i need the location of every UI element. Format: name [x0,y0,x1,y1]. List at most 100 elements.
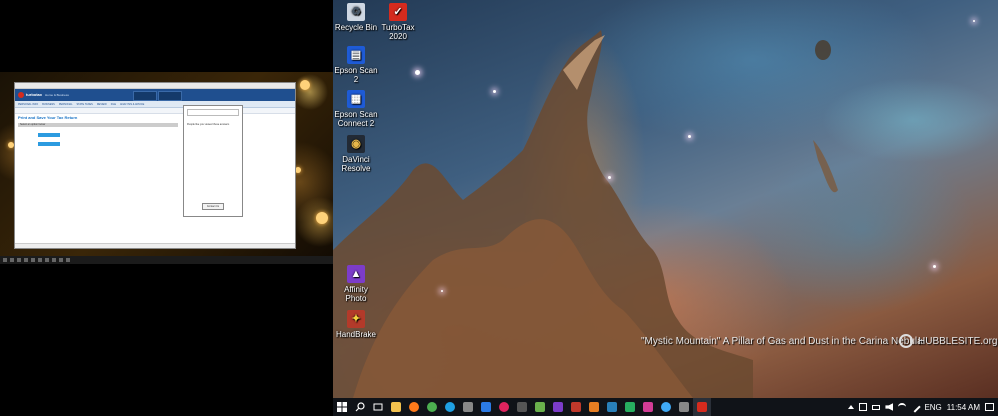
epson-connect-icon: ▦ [347,90,365,108]
app-blue-icon [607,402,617,412]
desktop-icon-epson-scan[interactable]: ▤ Epson Scan 2 [333,46,379,84]
page-title: Print and Save Your Tax Return [18,115,78,120]
taskbar-app[interactable] [31,258,35,262]
taskbar-app[interactable] [17,258,21,262]
taskbar-app-edge[interactable] [441,398,459,416]
search-button[interactable] [351,398,369,416]
taskbar-app-skyblue[interactable] [657,398,675,416]
desktop-icon-turbotax[interactable]: ✓ TurboTax 2020 [375,3,421,41]
help-search-input[interactable] [187,109,239,116]
affinity-photo-icon: ▲ [347,265,365,283]
taskbar-app-green[interactable] [621,398,639,416]
taskbar-app-dark[interactable] [513,398,531,416]
app-magenta-icon [643,402,653,412]
star [688,135,691,138]
section-bar: Select an option below [18,123,178,127]
taskbar-app-dvd[interactable] [459,398,477,416]
turbotax-check-icon [18,92,24,98]
app-skyblue-icon [661,402,671,412]
desktop-icon-affinity-photo[interactable]: ▲ Affinity Photo [333,265,379,303]
app-green-icon [625,402,635,412]
battery-icon[interactable] [872,404,881,410]
input-language[interactable]: ENG [924,403,941,412]
taskbar: ENG 11:54 AM [333,398,998,416]
nav-tab[interactable]: REVIEW [97,103,107,106]
quicken-icon [499,402,509,412]
dvd-icon [463,402,473,412]
nav-tab[interactable]: STATE TAXES [76,103,92,106]
desktop-icon-recycle-bin[interactable]: ♻ Recycle Bin [333,3,379,32]
save-pdf-button[interactable] [38,142,60,146]
handbrake-icon: ✦ [347,310,365,328]
start-button[interactable] [333,398,351,416]
desktop-icon-davinci-resolve[interactable]: ◉ DaVinci Resolve [333,135,379,173]
taskbar-app-quicken[interactable] [495,398,513,416]
taskbar-app[interactable] [10,258,14,262]
print-button[interactable] [38,133,60,137]
recycle-bin-icon: ♻ [347,3,365,21]
taskbar-app[interactable] [45,258,49,262]
desktop-icon-label: HandBrake [335,330,377,339]
contact-us-button[interactable]: Contact Us [202,203,224,210]
notifications-icon[interactable] [985,403,994,411]
nav-tab[interactable]: BUSINESS [42,103,55,106]
taskbar-app-media[interactable] [477,398,495,416]
taskbar-app-firefox[interactable] [405,398,423,416]
taskbar-app-affinity-photo[interactable] [549,398,567,416]
taskbar-app-orange[interactable] [585,398,603,416]
wifi-icon[interactable] [898,403,907,411]
wallpaper-brand: HUBBLESITE.org [918,336,998,347]
nav-tab[interactable]: ANALYSIS & ADVICE [120,103,144,106]
state-refund-meter [158,91,182,101]
davinci-resolve-icon: ◉ [347,135,365,153]
right-monitor: ♻ Recycle Bin ✓ TurboTax 2020 ▤ Epson Sc… [333,0,998,416]
system-tray: ENG 11:54 AM [848,398,998,416]
chevron-up-icon[interactable] [848,405,855,409]
taskbar-app-red[interactable] [567,398,585,416]
taskbar-app-notepad[interactable] [531,398,549,416]
taskbar-app[interactable] [24,258,28,262]
windows-logo-icon [337,402,347,412]
left-taskbar [0,256,333,264]
turbotax-header: turbotax Home & Business [15,89,295,101]
taskbar-app-turbotax[interactable] [693,398,711,416]
taskbar-app-blue[interactable] [603,398,621,416]
turbotax-edition: Home & Business [45,93,69,97]
desktop-icon-handbrake[interactable]: ✦ HandBrake [333,310,379,339]
help-panel-heading: People like you viewed these answers [187,123,230,126]
taskbar-app[interactable] [3,258,7,262]
star [493,90,496,93]
app-red-icon [571,402,581,412]
taskbar-app[interactable] [52,258,56,262]
nav-tab[interactable]: PERSONAL [59,103,73,106]
desktop-icon-label: Recycle Bin [334,23,378,32]
turbotax-subnav [15,108,295,114]
taskbar-app-file-explorer[interactable] [387,398,405,416]
turbotax-window[interactable]: turbotax Home & Business PERSONAL INFO B… [14,82,296,249]
task-view-icon [373,403,383,411]
nav-tab[interactable]: FILE [111,103,116,106]
app-orange-icon [589,402,599,412]
desktop-icon-label: TurboTax 2020 [381,23,415,41]
volume-icon[interactable] [885,403,894,411]
star [608,176,611,179]
task-view-button[interactable] [369,398,387,416]
taskbar-app-chrome[interactable] [423,398,441,416]
taskbar-app[interactable] [59,258,63,262]
clock[interactable]: 11:54 AM [947,403,980,412]
window-statusbar [15,243,295,248]
desktop-icon-epson-connect[interactable]: ▦ Epson Scan Connect 2 [333,90,379,128]
pen-icon[interactable] [909,401,922,413]
network-icon[interactable] [859,403,868,411]
epson-scan-icon: ▤ [347,46,365,64]
taskbar-app[interactable] [66,258,70,262]
taskbar-app-gray[interactable] [675,398,693,416]
star [973,20,975,22]
desktop-icon-label: Epson Scan 2 [334,66,378,84]
star [933,265,936,268]
taskbar-app-magenta[interactable] [639,398,657,416]
nav-tab[interactable]: PERSONAL INFO [18,103,38,106]
taskbar-app[interactable] [38,258,42,262]
turbotax-icon [697,402,707,412]
firefox-icon [409,402,419,412]
